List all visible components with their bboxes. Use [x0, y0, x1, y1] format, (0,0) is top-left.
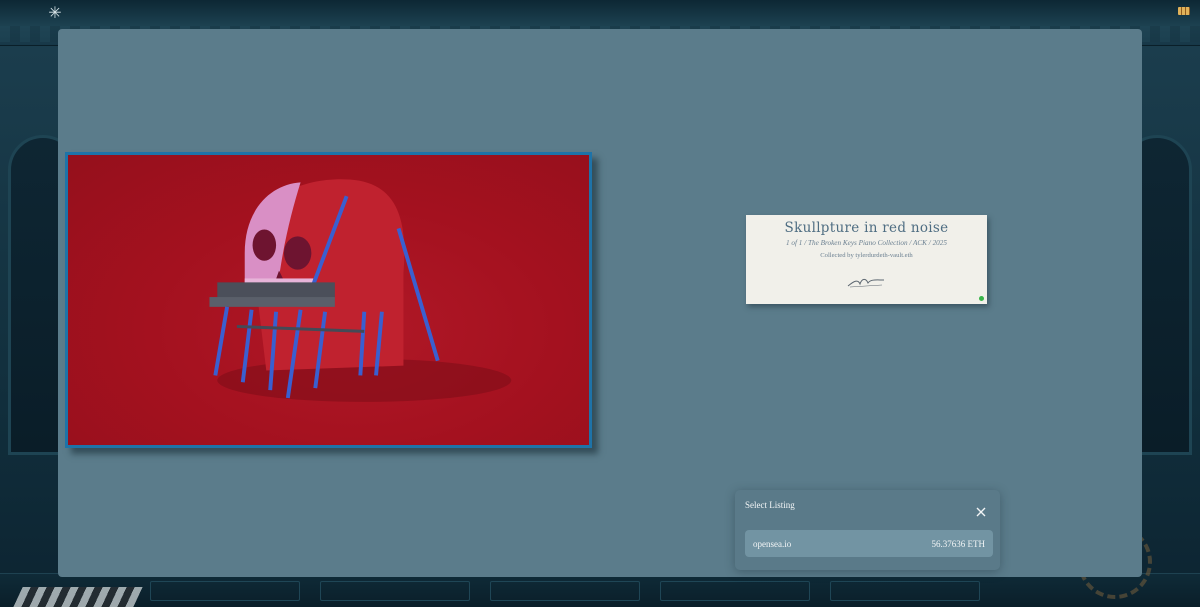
chessboard-decor	[13, 587, 143, 607]
wall-panel	[150, 581, 300, 601]
artwork-label-card: Skullpture in red noise 1 of 1 / The Bro…	[746, 215, 987, 304]
skull-piano-artwork	[209, 179, 512, 402]
signature-icon	[847, 278, 885, 288]
asterisk-logo-icon[interactable]: ✳	[46, 4, 64, 22]
books-icon[interactable]	[1178, 7, 1190, 15]
artwork-edition-info: 1 of 1 / The Broken Keys Piano Collectio…	[786, 239, 947, 247]
artwork-image[interactable]	[65, 152, 592, 448]
wainscot-panel	[0, 573, 1200, 607]
artwork-title: Skullpture in red noise	[784, 220, 949, 236]
select-listing-popup: Select Listing opensea.io 56.37636 ETH	[735, 490, 1000, 570]
artwork-overlay: Skullpture in red noise 1 of 1 / The Bro…	[58, 29, 1142, 577]
close-icon[interactable]	[975, 503, 987, 517]
wall-panel	[830, 581, 980, 601]
wall-panel	[660, 581, 810, 601]
listing-price: 56.37636 ETH	[931, 538, 986, 549]
status-indicator	[979, 296, 984, 301]
collector-text: Collected by tylerdurdeth-vault.eth	[820, 252, 913, 259]
wall-panel	[490, 581, 640, 601]
marketplace-name: opensea.io	[753, 538, 792, 549]
popup-title: Select Listing	[745, 500, 795, 510]
listing-option-opensea[interactable]: opensea.io 56.37636 ETH	[745, 530, 993, 557]
wall-panel	[320, 581, 470, 601]
